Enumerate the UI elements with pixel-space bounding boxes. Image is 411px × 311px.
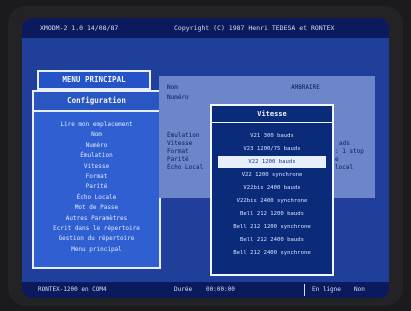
number-label: Numéro [167, 94, 189, 101]
stop-fragment: : 1 stop [335, 148, 364, 155]
status-bar: RONTEX-1200 en COM4 Durée 00:00:00 En li… [22, 282, 389, 298]
crt-screen: XMODM-2 1.0 14/08/87 Copyright (C) 1987 … [22, 18, 389, 298]
configuration-menu: Configuration Lire mon emplacement Nom N… [32, 90, 161, 269]
menu-item-password[interactable]: Mot de Passe [34, 203, 159, 213]
speed-option-bell212-1200-sync[interactable]: Bell 212 1200 synchrone [218, 221, 326, 233]
speed-option-bell212-2400-sync[interactable]: Bell 212 2400 synchrone [218, 247, 326, 259]
speed-popup: Vitesse V21 300 bauds V23 1200/75 bauds … [210, 104, 334, 276]
speed-option-v22bis-2400[interactable]: V22bis 2400 bauds [218, 182, 326, 194]
format-label: Format [167, 148, 189, 155]
speed-option-v22bis-2400-sync[interactable]: V22bis 2400 synchrone [218, 195, 326, 207]
title-bar: XMODM-2 1.0 14/08/87 Copyright (C) 1987 … [22, 18, 389, 38]
name-value: AMBRAIRE [291, 84, 320, 91]
speed-option-v21-300[interactable]: V21 300 bauds [218, 130, 326, 142]
speed-label: Vitesse [167, 140, 193, 147]
duration-label: Durée [174, 286, 193, 293]
menu-item-read-location[interactable]: Lire mon emplacement [34, 120, 159, 130]
menu-item-other-params[interactable]: Autres Paramètres [34, 214, 159, 224]
menu-item-directory-management[interactable]: Gestion du répertoire [34, 234, 159, 244]
menu-item-local-echo[interactable]: Écho Locale [34, 193, 159, 203]
speed-popup-title: Vitesse [212, 106, 332, 123]
speed-option-v22-1200-sync[interactable]: V22 1200 synchrone [218, 169, 326, 181]
menu-item-emulation[interactable]: Émulation [34, 151, 159, 161]
speed-option-bell212-2400[interactable]: Bell 212 2400 bauds [218, 234, 326, 246]
configuration-title: Configuration [34, 92, 159, 112]
echo-label: Écho Local [167, 164, 204, 171]
speed-fragment: ads [339, 140, 350, 147]
menu-item-number[interactable]: Numéro [34, 141, 159, 151]
app-version: XMODM-2 1.0 14/08/87 [40, 24, 119, 32]
online-status: En ligne [312, 286, 341, 293]
main-menu-title: MENU PRINCIPAL [37, 70, 151, 90]
copyright: Copyright (C) 1987 Henri TEDESA et RONTE… [174, 24, 335, 32]
name-label: Nom [167, 84, 178, 91]
menu-item-parity[interactable]: Parité [34, 182, 159, 192]
menu-item-main-menu[interactable]: Menu principal [34, 245, 159, 255]
parity-fragment: e [335, 156, 339, 163]
menu-item-name[interactable]: Nom [34, 130, 159, 140]
menu-item-write-directory[interactable]: Ecrit dans le répertoire [34, 224, 159, 234]
echo-fragment: local [335, 164, 354, 171]
menu-item-format[interactable]: Format [34, 172, 159, 182]
menu-item-speed[interactable]: Vitesse [34, 162, 159, 172]
modem-port: RONTEX-1200 en COM4 [38, 286, 107, 293]
parity-label: Parité [167, 156, 189, 163]
speed-option-v23-1200-75[interactable]: V23 1200/75 bauds [218, 143, 326, 155]
status-separator [304, 284, 305, 296]
duration-value: 00:00:00 [206, 286, 235, 293]
emulation-label: Émulation [167, 132, 200, 139]
speed-option-bell212-1200[interactable]: Bell 212 1200 bauds [218, 208, 326, 220]
online-value: Non [354, 286, 365, 293]
speed-option-v22-1200[interactable]: V22 1200 bauds [218, 156, 326, 168]
configuration-list: Lire mon emplacement Nom Numéro Émulatio… [34, 120, 159, 255]
